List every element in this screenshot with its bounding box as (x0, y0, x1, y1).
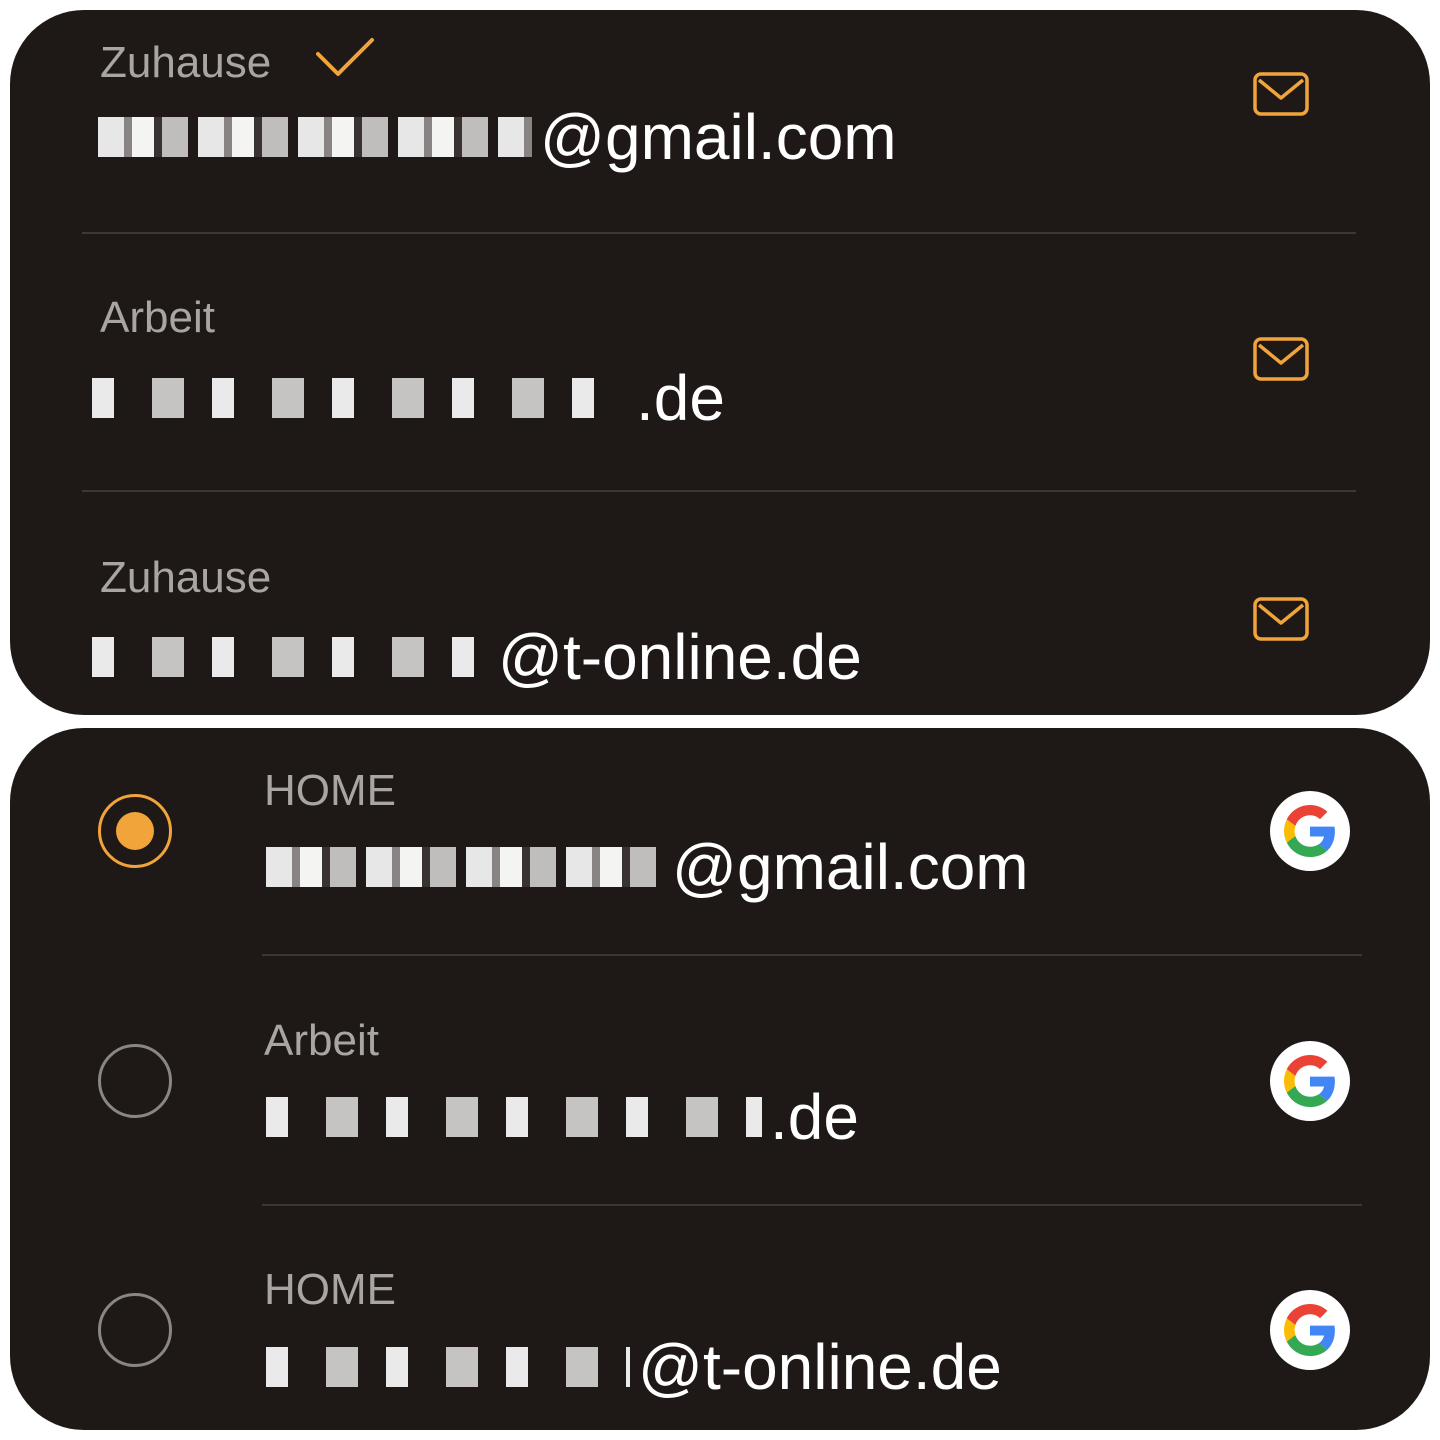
redacted-text (266, 1097, 762, 1137)
default-check-icon (316, 38, 374, 76)
email-domain: @gmail.com (540, 101, 897, 173)
email-domain: @t-online.de (638, 1331, 1002, 1403)
divider (82, 232, 1356, 234)
redacted-text (266, 847, 664, 887)
email-type-label: HOME (264, 1265, 396, 1314)
google-icon (1270, 1290, 1350, 1370)
email-domain: .de (770, 1081, 859, 1153)
radio-button[interactable] (98, 1293, 172, 1367)
email-type-label: Arbeit (100, 293, 215, 342)
email-type-label: HOME (264, 766, 396, 815)
email-domain: @gmail.com (672, 831, 1029, 903)
email-domain: .de (636, 362, 725, 434)
radio-dot (116, 812, 154, 850)
divider (82, 490, 1356, 492)
email-type-label: Zuhause (100, 38, 272, 87)
email-type-label: Arbeit (264, 1016, 379, 1065)
email-list-panel-bottom: HOME @gmail.com Arbeit .de HOME @t-onlin… (10, 728, 1430, 1430)
google-icon (1270, 791, 1350, 871)
redacted-text (98, 117, 532, 157)
email-address: @t-online.de (266, 1332, 1002, 1402)
email-address: @gmail.com (98, 102, 897, 172)
radio-button[interactable] (98, 1044, 172, 1118)
google-icon (1270, 1041, 1350, 1121)
mail-icon[interactable] (1253, 597, 1309, 641)
email-address: @t-online.de (92, 622, 862, 692)
email-address: .de (92, 363, 725, 433)
divider (262, 1204, 1362, 1206)
email-list-panel-top: Zuhause @gmail.com Arbeit .de Zuhause @t… (10, 10, 1430, 715)
email-domain: @t-online.de (498, 621, 862, 693)
email-address: @gmail.com (266, 832, 1029, 902)
divider (262, 954, 1362, 956)
mail-icon[interactable] (1253, 337, 1309, 381)
redacted-text (92, 378, 628, 418)
email-address: .de (266, 1082, 859, 1152)
redacted-text (92, 637, 490, 677)
mail-icon[interactable] (1253, 72, 1309, 116)
radio-button-selected[interactable] (98, 794, 172, 868)
email-type-label: Zuhause (100, 553, 272, 602)
redacted-text (266, 1347, 630, 1387)
